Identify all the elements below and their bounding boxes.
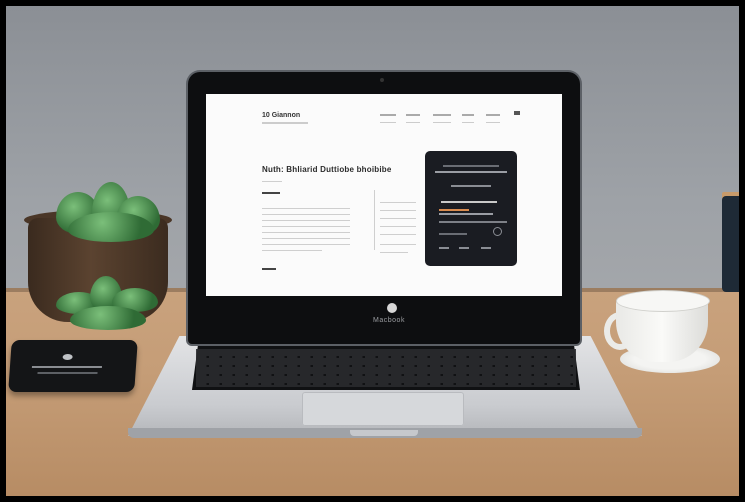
body-text-line: [262, 232, 350, 233]
phone-logo-icon: [62, 354, 73, 360]
card-bar: [443, 165, 499, 167]
photo-scene: Macbook 10 Giannon Nuth: Bhliarid Duttio…: [6, 6, 739, 496]
apple-logo-icon: [387, 303, 397, 313]
leaf: [70, 306, 146, 330]
nav-link[interactable]: [433, 114, 451, 116]
body-text-line: [262, 244, 350, 245]
card-bar: [439, 213, 493, 215]
site-logo[interactable]: 10 Giannon: [262, 112, 300, 119]
card-bar: [439, 221, 507, 223]
card-bar: [435, 171, 507, 173]
jar: [722, 196, 739, 292]
card-dial-icon[interactable]: [493, 227, 502, 236]
card-bar: [441, 201, 497, 203]
card-bar: [451, 185, 491, 187]
nav-sub: [380, 122, 396, 123]
nav-link[interactable]: [462, 114, 474, 116]
body-text-line: [262, 208, 350, 209]
hero-subline: [262, 181, 282, 182]
camera-icon: [380, 78, 384, 82]
nav-sub: [486, 122, 500, 123]
card-bar: [439, 247, 449, 249]
dark-card[interactable]: [425, 151, 517, 266]
card-bar: [481, 247, 491, 249]
body-text-line: [262, 238, 350, 239]
trackpad[interactable]: [302, 392, 464, 426]
succulent: [50, 272, 170, 332]
side-text-line: [380, 210, 416, 211]
menu-icon[interactable]: [514, 111, 520, 115]
nav-link[interactable]: [380, 114, 396, 116]
phone-text-line: [37, 372, 98, 374]
hero-heading: Nuth: Bhliarid Duttiobe bhoibibe: [262, 165, 392, 174]
body-text-line: [262, 214, 350, 215]
hero-label: [262, 192, 280, 194]
nav-link[interactable]: [406, 114, 420, 116]
side-text-line: [380, 234, 416, 235]
side-text-line: [380, 226, 416, 227]
nav-sub: [406, 122, 420, 123]
keyboard-keys[interactable]: [196, 349, 576, 387]
divider: [374, 190, 375, 250]
side-text-line: [380, 252, 408, 253]
lid-notch: [350, 430, 418, 436]
nav-link[interactable]: [486, 114, 500, 116]
site-tagline: [262, 122, 308, 124]
card-bar: [459, 247, 469, 249]
read-more-link[interactable]: [262, 268, 276, 270]
side-text-line: [380, 218, 416, 219]
smartphone: [8, 340, 138, 392]
side-text-line: [380, 244, 416, 245]
phone-text-line: [31, 366, 102, 368]
body-text-line: [262, 226, 350, 227]
body-text-line: [262, 220, 350, 221]
leaf: [68, 212, 154, 242]
card-bar: [439, 209, 469, 211]
nav-sub: [462, 122, 474, 123]
cup-rim: [616, 290, 710, 312]
laptop-brand: Macbook: [373, 317, 405, 324]
body-text-line: [262, 250, 322, 251]
side-text-line: [380, 202, 416, 203]
card-bar: [439, 233, 467, 235]
nav-sub: [433, 122, 451, 123]
